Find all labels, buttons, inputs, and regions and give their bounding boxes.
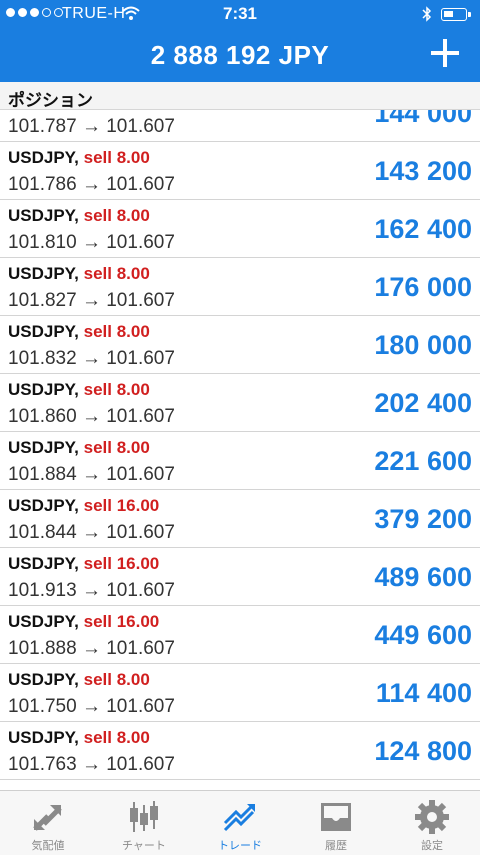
position-prices: 101.750 → 101.607: [8, 696, 175, 717]
position-profit: 143 200: [374, 156, 472, 186]
position-profit: 379 200: [374, 504, 472, 534]
position-side: sell 8.00: [83, 322, 150, 341]
tab-label: 設定: [421, 840, 443, 852]
position-symbol: USDJPY,: [8, 322, 79, 341]
positions-list[interactable]: USDJPY, sell 8.00101.787 → 101.607144 00…: [0, 98, 480, 790]
section-header: ポジション: [0, 82, 480, 110]
position-side: sell 8.00: [83, 148, 150, 167]
position-title: USDJPY, sell 16.00: [8, 612, 159, 632]
tab-chart[interactable]: チャート: [96, 791, 192, 855]
position-row[interactable]: USDJPY, sell 8.00 101.810 → 101.607 162 40…: [0, 200, 480, 258]
position-prices: 101.763 → 101.607: [8, 754, 175, 775]
position-prices: 101.844 → 101.607: [8, 522, 175, 543]
position-side: sell 16.00: [83, 554, 160, 573]
position-row[interactable]: USDJPY, sell 8.00 101.763 → 101.607 124 80…: [0, 722, 480, 780]
position-symbol: USDJPY,: [8, 264, 79, 283]
position-profit: 176 000: [374, 272, 472, 302]
position-title: USDJPY, sell 8.00: [8, 322, 150, 342]
tab-quotes[interactable]: 気配値: [0, 791, 96, 855]
position-side: sell 8.00: [83, 206, 150, 225]
position-row[interactable]: USDJPY, sell 16.00 101.913 → 101.607 489 6…: [0, 548, 480, 606]
section-title: ポジション: [8, 91, 93, 110]
position-symbol: USDJPY,: [8, 206, 79, 225]
position-title: USDJPY, sell 8.00: [8, 380, 150, 400]
position-title: USDJPY, sell 8.00: [8, 438, 150, 458]
position-prices: 101.860 → 101.607: [8, 406, 175, 427]
tab-label: 気配値: [31, 840, 65, 852]
position-row[interactable]: USDJPY, sell 8.00 101.827 → 101.607 176 00…: [0, 258, 480, 316]
position-prices: 101.786 → 101.607: [8, 174, 175, 195]
trade-icon: [223, 804, 255, 832]
position-prices: 101.913 → 101.607: [8, 580, 175, 601]
position-title: USDJPY, sell 8.00: [8, 728, 150, 748]
position-prices: 101.832 → 101.607: [8, 348, 175, 369]
position-row[interactable]: USDJPY, sell 16.00 101.888 → 101.607 449 6…: [0, 606, 480, 664]
history-icon: [321, 803, 351, 831]
position-prices: 101.827 → 101.607: [8, 290, 175, 311]
tab-label: トレード: [218, 840, 262, 852]
tab-bar: 気配値 チャート トレード 履歴 設定: [0, 790, 480, 855]
position-side: sell 8.00: [83, 264, 150, 283]
position-title: USDJPY, sell 16.00: [8, 554, 159, 574]
position-symbol: USDJPY,: [8, 148, 79, 167]
status-bar: TRUE-H 7:31: [0, 0, 480, 28]
position-row[interactable]: USDJPY, sell 8.00 101.884 → 101.607 221 60…: [0, 432, 480, 490]
position-side: sell 8.00: [83, 670, 150, 689]
position-title: USDJPY, sell 8.00: [8, 670, 150, 690]
position-profit: 162 400: [374, 214, 472, 244]
tab-label: チャート: [122, 840, 166, 852]
position-profit: 489 600: [374, 562, 472, 592]
account-balance: 2 888 192 JPY: [150, 40, 330, 70]
position-symbol: USDJPY,: [8, 554, 79, 573]
tab-trade[interactable]: トレード: [192, 791, 288, 855]
position-profit: 124 800: [374, 736, 472, 766]
position-profit: 202 400: [374, 388, 472, 418]
position-symbol: USDJPY,: [8, 728, 79, 747]
position-profit: 114 400: [375, 678, 472, 708]
quotes-icon: [33, 805, 62, 831]
settings-icon: [415, 800, 449, 834]
nav-bar: 2 888 192 JPY: [0, 28, 480, 82]
position-row[interactable]: USDJPY, sell 8.00 101.750 → 101.607 114 40…: [0, 664, 480, 722]
tab-label: 履歴: [325, 840, 347, 852]
position-side: sell 8.00: [83, 438, 150, 457]
position-prices: 101.787 → 101.607: [8, 116, 175, 137]
position-profit: 180 000: [374, 330, 472, 360]
position-side: sell 16.00: [83, 496, 160, 515]
position-title: USDJPY, sell 8.00: [8, 206, 150, 226]
position-symbol: USDJPY,: [8, 438, 79, 457]
position-prices: 101.888 → 101.607: [8, 638, 175, 659]
position-symbol: USDJPY,: [8, 380, 79, 399]
position-symbol: USDJPY,: [8, 496, 79, 515]
position-side: sell 16.00: [83, 612, 160, 631]
add-order-button[interactable]: [428, 36, 462, 70]
position-row[interactable]: USDJPY, sell 8.00 101.786 → 101.607 143 20…: [0, 142, 480, 200]
position-side: sell 8.00: [83, 380, 150, 399]
bluetooth-icon: [422, 6, 432, 22]
position-title: USDJPY, sell 8.00: [8, 264, 150, 284]
clock: 7:31: [222, 4, 258, 23]
position-row[interactable]: USDJPY, sell 16.00 101.844 → 101.607 379 2…: [0, 490, 480, 548]
position-title: USDJPY, sell 8.00: [8, 148, 150, 168]
position-side: sell 8.00: [83, 728, 150, 747]
position-profit: 221 600: [374, 446, 472, 476]
position-prices: 101.810 → 101.607: [8, 232, 175, 253]
position-title: USDJPY, sell 16.00: [8, 496, 159, 516]
position-profit: 449 600: [374, 620, 472, 650]
position-symbol: USDJPY,: [8, 612, 79, 631]
tab-settings[interactable]: 設定: [384, 791, 480, 855]
tab-history[interactable]: 履歴: [288, 791, 384, 855]
position-symbol: USDJPY,: [8, 670, 79, 689]
battery-icon: [441, 8, 471, 21]
position-prices: 101.884 → 101.607: [8, 464, 175, 485]
position-row[interactable]: USDJPY, sell 8.00 101.860 → 101.607 202 40…: [0, 374, 480, 432]
position-row[interactable]: USDJPY, sell 8.00 101.832 → 101.607 180 00…: [0, 316, 480, 374]
top-bar: TRUE-H 7:31 2 888 192 JPY: [0, 0, 480, 82]
chart-icon: [130, 801, 158, 832]
